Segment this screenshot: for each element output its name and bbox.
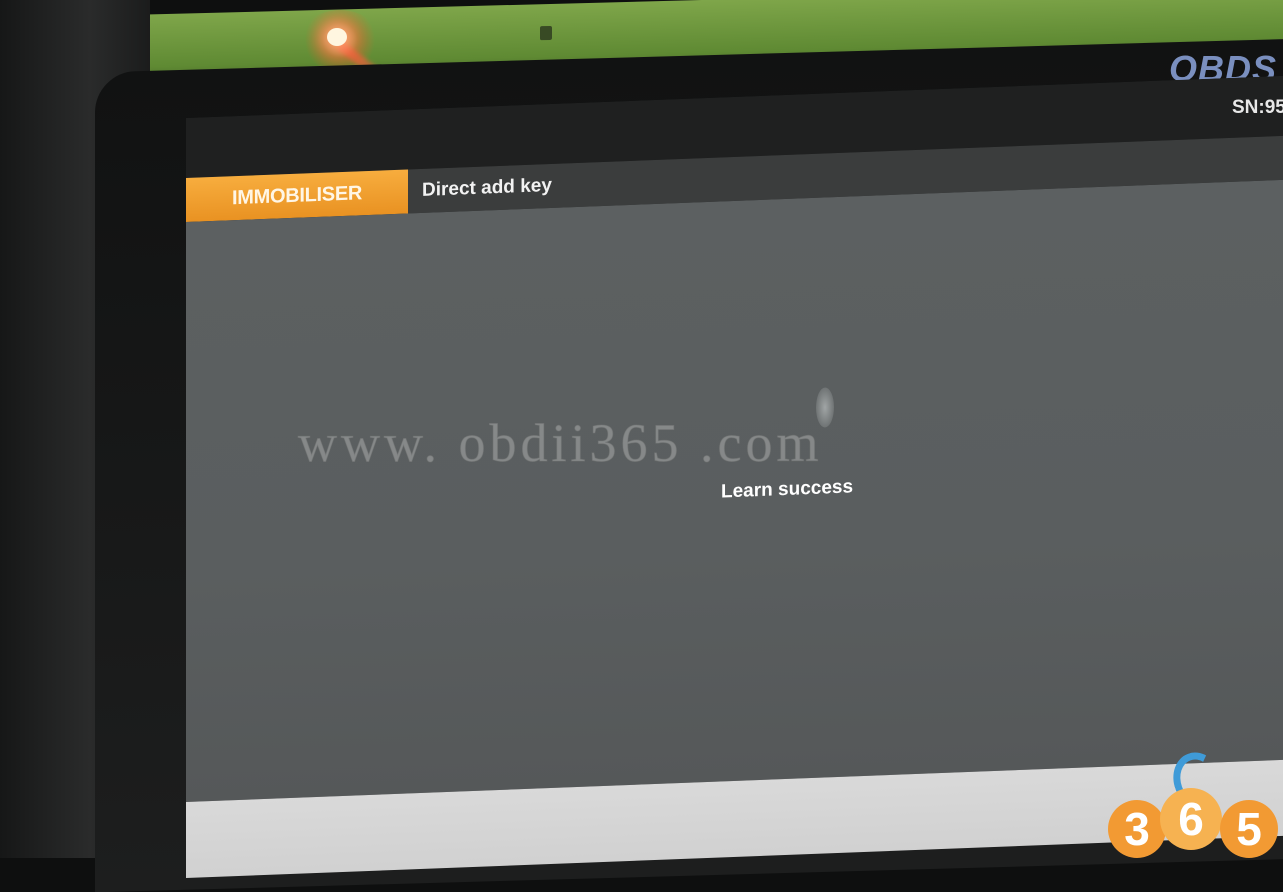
serial-number: SN:95 xyxy=(1232,96,1283,118)
breadcrumb: Direct add key xyxy=(422,174,552,201)
status-message: Learn success xyxy=(721,476,854,503)
led-indicator xyxy=(327,28,347,46)
logo-digit: 6 xyxy=(1160,788,1222,850)
watermark-text: www. obdii365 .com xyxy=(297,413,823,474)
logo-digit: 5 xyxy=(1220,800,1278,858)
pcb-component xyxy=(540,25,552,41)
logo-digit: 3 xyxy=(1108,800,1166,858)
corner-logo: 3 6 5 xyxy=(1108,745,1278,858)
content-area: Learn success xyxy=(186,178,1283,802)
